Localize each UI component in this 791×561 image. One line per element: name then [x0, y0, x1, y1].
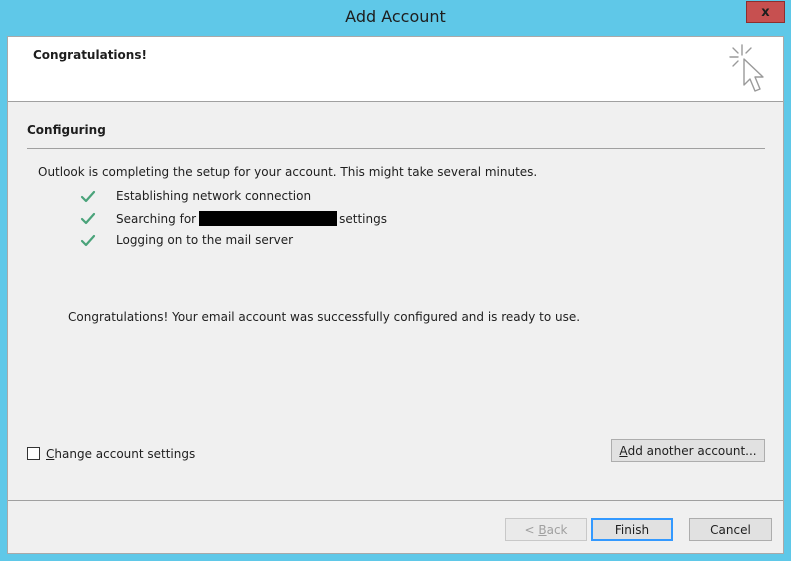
change-settings-label[interactable]: Change account settings — [46, 447, 195, 461]
success-message: Congratulations! Your email account was … — [68, 310, 581, 324]
step-prefix: Searching for — [116, 212, 197, 226]
window-title: Add Account — [345, 7, 446, 26]
cancel-button[interactable]: Cancel — [689, 518, 772, 541]
add-another-account-button[interactable]: Add another account... — [611, 439, 765, 462]
checkmark-icon — [80, 212, 96, 225]
step-label: Logging on to the mail server — [116, 233, 294, 247]
dialog-body: Congratulations! Configuring Outlook is … — [7, 36, 784, 554]
redacted-block — [199, 211, 338, 226]
header-panel: Congratulations! — [8, 37, 783, 102]
checkmark-icon — [80, 190, 96, 203]
change-settings-checkbox[interactable] — [27, 447, 40, 460]
footer-divider — [8, 500, 783, 501]
step-label: Establishing network connection — [116, 189, 312, 203]
close-icon: x — [761, 4, 770, 20]
title-bar: Add Account x — [0, 0, 791, 36]
section-divider — [27, 148, 765, 149]
header-title: Congratulations! — [33, 48, 147, 62]
back-button[interactable]: < Back — [505, 518, 587, 541]
close-button[interactable]: x — [746, 1, 785, 23]
finish-button[interactable]: Finish — [591, 518, 673, 541]
cursor-sparkle-icon — [729, 44, 764, 92]
checkmark-icon — [80, 234, 96, 247]
step-label: Searching for settings — [116, 211, 387, 226]
intro-text: Outlook is completing the setup for your… — [38, 165, 538, 179]
section-title: Configuring — [27, 123, 106, 137]
step-suffix: settings — [339, 212, 387, 226]
